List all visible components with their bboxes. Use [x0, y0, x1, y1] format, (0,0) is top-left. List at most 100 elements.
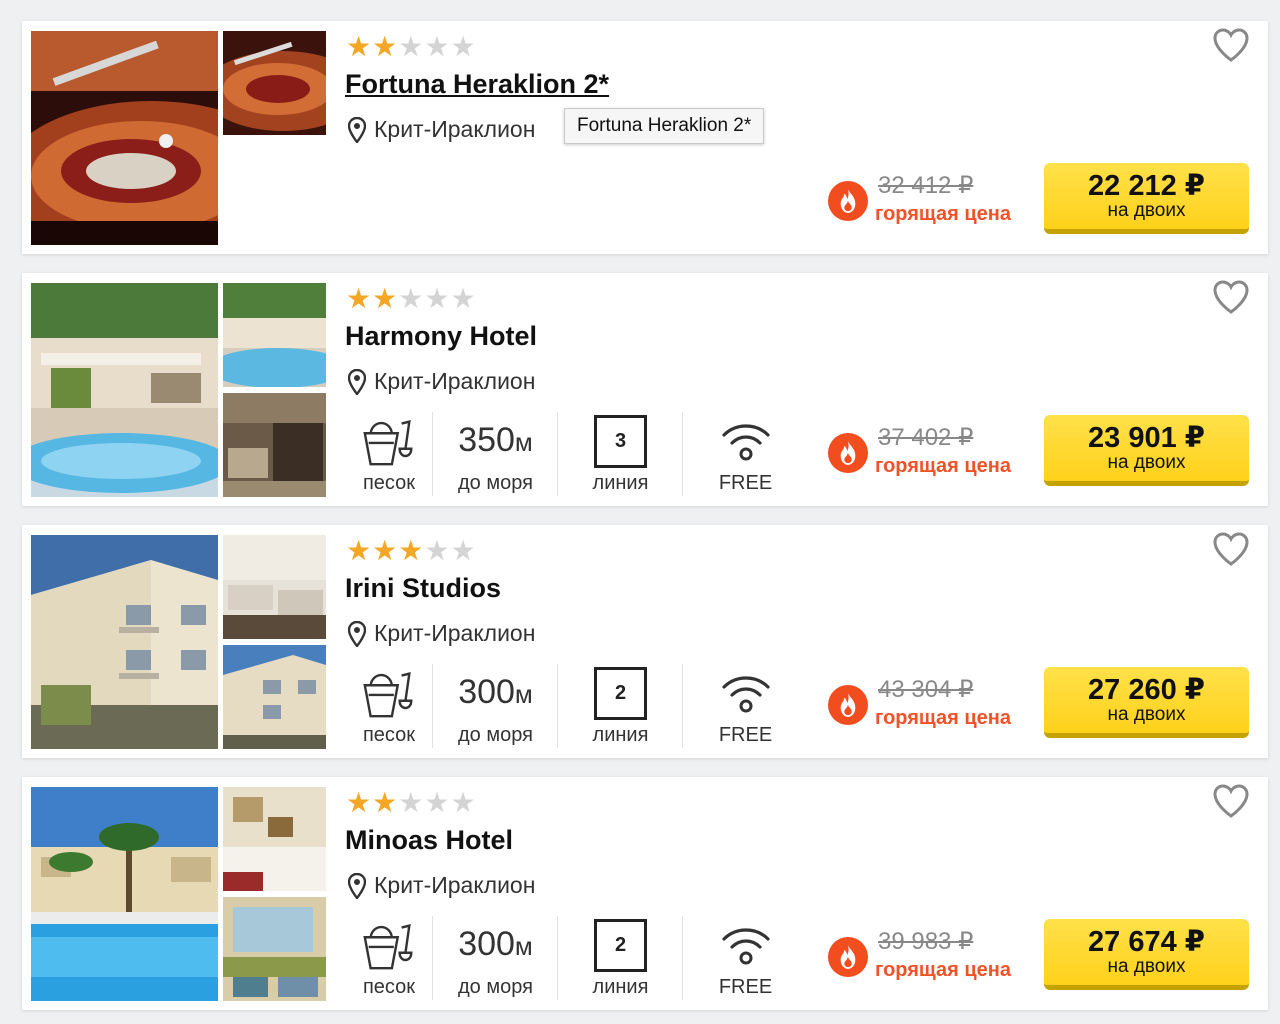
line-number-box: 3 [594, 414, 647, 468]
feature-distance: 300м до моря [433, 660, 558, 748]
line-label: линия [592, 724, 649, 746]
sand-bucket-icon [363, 672, 413, 718]
hotel-features: песок 350м до моря 3 линия FREE [345, 408, 808, 498]
hot-fire-icon [828, 685, 868, 725]
wifi-label: FREE [718, 724, 773, 746]
line-label: линия [592, 976, 649, 998]
location-text: Крит-Ираклион [374, 620, 536, 646]
hotel-photo-thumb[interactable] [223, 393, 326, 497]
hotel-location: Крит-Ираклион [348, 872, 535, 899]
location-text: Крит-Ираклион [374, 872, 536, 898]
star-icon: ★ [372, 534, 398, 567]
hotel-location: Крит-Ираклион [348, 116, 535, 143]
pool-palms-photo [31, 787, 218, 1001]
star-icon: ★ [450, 282, 476, 315]
hotel-card[interactable]: ★ ★ ★ ★ ★ Irini Studios Крит-Ираклион пе… [22, 525, 1268, 758]
favorite-heart-icon[interactable] [1212, 783, 1250, 819]
price-value: 23 901 ₽ [1088, 422, 1205, 454]
map-pin-icon [348, 116, 366, 143]
line-number-box: 2 [594, 918, 647, 972]
wifi-label: FREE [718, 472, 773, 494]
feature-line: 3 линия [558, 408, 683, 496]
hotel-name-link[interactable]: Irini Studios [345, 573, 501, 604]
hotel-photo-main[interactable] [31, 31, 218, 245]
lounge-photo [223, 897, 326, 1001]
price-button[interactable]: 27 674 ₽ на двоих [1044, 919, 1249, 990]
star-icon: ★ [372, 282, 398, 315]
pool-photo [223, 283, 326, 387]
hotel-photo-thumb[interactable] [223, 897, 326, 1001]
pool-terrace-photo [31, 283, 218, 497]
hotel-photo-thumb[interactable] [223, 283, 326, 387]
price-button[interactable]: 27 260 ₽ на двоих [1044, 667, 1249, 738]
distance-value: 350м [458, 421, 533, 459]
wifi-icon [721, 676, 770, 713]
star-rating: ★ ★ ★ ★ ★ [346, 537, 476, 565]
star-icon: ★ [346, 282, 372, 315]
hotel-card[interactable]: ★ ★ ★ ★ ★ Harmony Hotel Крит-Ираклион пе… [22, 273, 1268, 506]
sand-bucket-icon [363, 420, 413, 466]
feature-distance: 300м до моря [433, 912, 558, 1000]
price-value: 27 260 ₽ [1088, 674, 1205, 706]
hotel-card[interactable]: ★ ★ ★ ★ ★ Minoas Hotel Крит-Ираклион пес… [22, 777, 1268, 1010]
line-number-box: 2 [594, 666, 647, 720]
star-icon: ★ [346, 786, 372, 819]
price-button[interactable]: 22 212 ₽ на двоих [1044, 163, 1249, 234]
hotel-list: ★ ★ ★ ★ ★ Fortuna Heraklion 2* Крит-Ирак… [0, 0, 1280, 1024]
feature-beach: песок [345, 912, 433, 1000]
star-icon: ★ [398, 786, 424, 819]
hotel-photo-main[interactable] [31, 535, 218, 749]
price-button[interactable]: 23 901 ₽ на двоих [1044, 415, 1249, 486]
old-price: 37 402 ₽ [878, 424, 974, 451]
roulette-wheel-photo [223, 31, 326, 135]
hot-price-label: горящая цена [875, 203, 1011, 225]
wifi-icon [721, 928, 770, 965]
feature-line: 2 линия [558, 912, 683, 1000]
favorite-heart-icon[interactable] [1212, 531, 1250, 567]
hot-price-label: горящая цена [875, 455, 1011, 477]
hotel-photo-main[interactable] [31, 787, 218, 1001]
sand-bucket-icon [363, 924, 413, 970]
location-text: Крит-Ираклион [374, 116, 536, 142]
hotel-photo-thumb[interactable] [223, 787, 326, 891]
hotel-name-tooltip: Fortuna Heraklion 2* [564, 108, 765, 144]
map-pin-icon [348, 620, 366, 647]
star-rating: ★ ★ ★ ★ ★ [346, 789, 476, 817]
star-icon: ★ [346, 30, 372, 63]
hot-fire-icon [828, 181, 868, 221]
hotel-features: песок 300м до моря 2 линия FREE [345, 912, 808, 1002]
hotel-name-link[interactable]: Minoas Hotel [345, 825, 513, 856]
hotel-photo-thumb[interactable] [223, 535, 326, 639]
hotel-card[interactable]: ★ ★ ★ ★ ★ Fortuna Heraklion 2* Крит-Ирак… [22, 21, 1268, 254]
favorite-heart-icon[interactable] [1212, 279, 1250, 315]
hot-price-label: горящая цена [875, 707, 1011, 729]
map-pin-icon [348, 368, 366, 395]
hotel-room-photo [223, 787, 326, 891]
feature-wifi: FREE [683, 408, 808, 494]
hotel-location: Крит-Ираклион [348, 368, 535, 395]
hotel-name-link[interactable]: Harmony Hotel [345, 321, 537, 352]
star-icon: ★ [424, 534, 450, 567]
feature-line: 2 линия [558, 660, 683, 748]
star-icon: ★ [424, 30, 450, 63]
hotel-photo-thumb[interactable] [223, 645, 326, 749]
casino-roulette-photo [31, 31, 218, 245]
star-icon: ★ [424, 282, 450, 315]
star-rating: ★ ★ ★ ★ ★ [346, 285, 476, 313]
building-facade-photo [31, 535, 218, 749]
feature-wifi: FREE [683, 912, 808, 998]
hotel-photo-main[interactable] [31, 283, 218, 497]
star-icon: ★ [450, 786, 476, 819]
hotel-name-link[interactable]: Fortuna Heraklion 2* [345, 69, 609, 100]
distance-label: до моря [458, 976, 533, 998]
wifi-label: FREE [718, 976, 773, 998]
price-note: на двоих [1107, 452, 1186, 473]
favorite-heart-icon[interactable] [1212, 27, 1250, 63]
star-icon: ★ [372, 786, 398, 819]
hotel-location: Крит-Ираклион [348, 620, 535, 647]
hot-fire-icon [828, 937, 868, 977]
beach-type-label: песок [362, 724, 416, 746]
hotel-photo-thumb[interactable] [223, 31, 326, 135]
hot-fire-icon [828, 433, 868, 473]
star-icon: ★ [346, 534, 372, 567]
